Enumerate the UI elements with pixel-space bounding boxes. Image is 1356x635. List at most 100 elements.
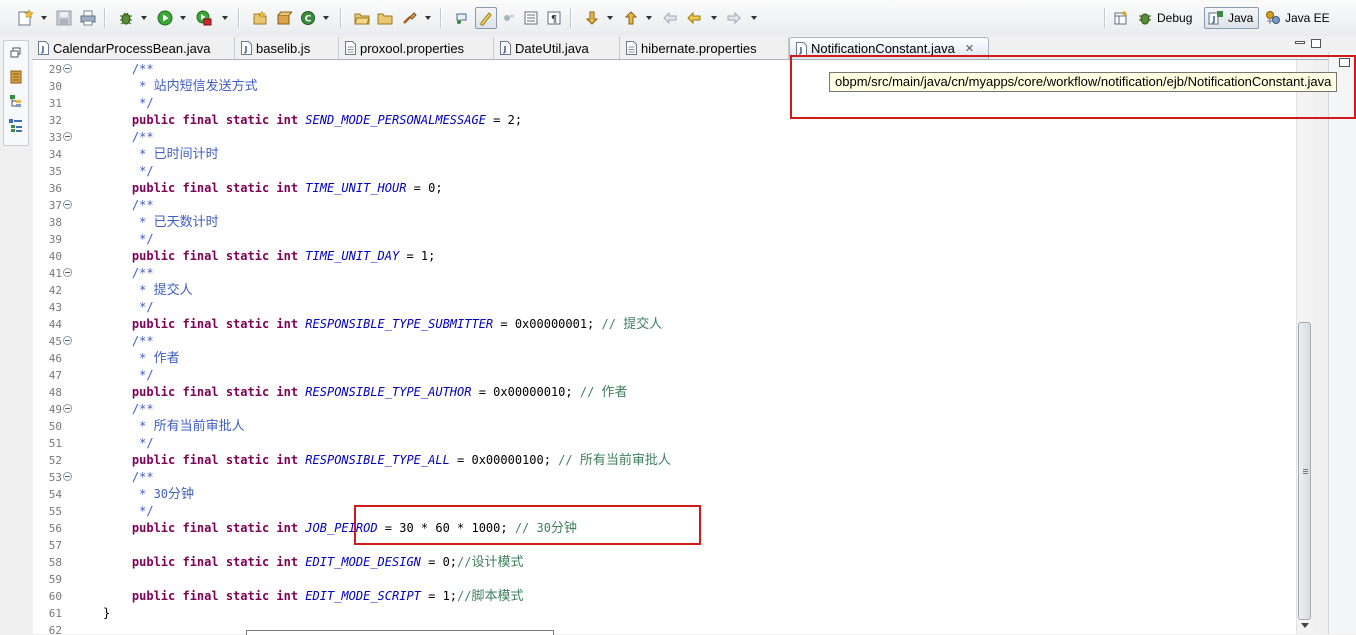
code-line[interactable]: 48 public final static int RESPONSIBLE_T… xyxy=(33,384,1312,401)
code-line[interactable]: 39 */ xyxy=(33,231,1312,248)
maximize-icon[interactable] xyxy=(1311,39,1321,48)
paragraph-icon[interactable]: ¶ xyxy=(544,8,564,28)
code-token: 已天数计时 xyxy=(153,215,219,230)
code-line[interactable]: 58 public final static int EDIT_MODE_DES… xyxy=(33,554,1312,571)
next-annotation-icon[interactable] xyxy=(582,8,602,28)
save-icon[interactable] xyxy=(54,8,74,28)
code-line[interactable]: 33 /** xyxy=(33,129,1312,146)
code-line[interactable]: 62 xyxy=(33,622,1312,634)
code-token: public final static int xyxy=(103,181,306,195)
line-number: 54 xyxy=(48,488,62,501)
back-icon[interactable] xyxy=(684,8,704,28)
open-folder-icon[interactable] xyxy=(375,8,395,28)
code-token: 分钟 xyxy=(168,487,195,502)
code-line[interactable]: 35 */ xyxy=(33,163,1312,180)
code-line[interactable]: 52 public final static int RESPONSIBLE_T… xyxy=(33,452,1312,469)
new-package-icon[interactable] xyxy=(274,8,294,28)
code-line[interactable]: 53 /** xyxy=(33,469,1312,486)
hierarchy-icon[interactable] xyxy=(8,93,24,109)
package-explorer-icon[interactable] xyxy=(8,69,24,85)
chevron-down-icon[interactable] xyxy=(607,16,613,20)
chevron-down-icon[interactable] xyxy=(323,16,329,20)
external-tools-icon[interactable] xyxy=(194,8,214,28)
perspective-java[interactable]: J Java xyxy=(1204,7,1259,29)
scroll-down-icon[interactable] xyxy=(1301,623,1309,628)
code-line[interactable]: 54 * 30分钟 xyxy=(33,486,1312,503)
code-token: // xyxy=(601,317,624,331)
new-wizard-icon[interactable] xyxy=(16,8,36,28)
tab-dateutil[interactable]: J DateUtil.java xyxy=(494,37,620,59)
fold-collapse-icon[interactable] xyxy=(63,200,72,209)
code-text: * 30分钟 xyxy=(103,486,194,503)
tab-baselib[interactable]: J baselib.js xyxy=(235,37,339,59)
line-number: 62 xyxy=(48,624,62,634)
outline-icon[interactable] xyxy=(8,117,24,133)
code-line[interactable]: 61} xyxy=(33,605,1312,622)
chevron-down-icon[interactable] xyxy=(41,16,47,20)
chevron-down-icon[interactable] xyxy=(751,16,757,20)
tab-calendarprocessbean[interactable]: J CalendarProcessBean.java xyxy=(32,37,235,59)
code-token: /** xyxy=(103,198,154,212)
last-edit-location-icon[interactable] xyxy=(660,8,680,28)
open-perspective-icon[interactable] xyxy=(1112,8,1130,28)
chevron-down-icon[interactable] xyxy=(646,16,652,20)
code-line[interactable]: 42 * 提交人 xyxy=(33,282,1312,299)
toggle-breadcrumb-icon[interactable] xyxy=(452,8,472,28)
mark-occurrences-icon[interactable] xyxy=(475,7,497,29)
code-line[interactable]: 41 /** xyxy=(33,265,1312,282)
code-line[interactable]: 44 public final static int RESPONSIBLE_T… xyxy=(33,316,1312,333)
debug-icon[interactable] xyxy=(116,8,136,28)
code-line[interactable]: 37 /** xyxy=(33,197,1312,214)
fold-collapse-icon[interactable] xyxy=(63,132,72,141)
vertical-scrollbar[interactable] xyxy=(1296,60,1313,634)
code-line[interactable]: 46 * 作者 xyxy=(33,350,1312,367)
close-icon[interactable]: ✕ xyxy=(965,42,974,55)
code-token: */ xyxy=(103,96,154,110)
fold-collapse-icon[interactable] xyxy=(63,404,72,413)
fold-collapse-icon[interactable] xyxy=(63,472,72,481)
line-number: 57 xyxy=(48,539,62,552)
code-line[interactable]: 50 * 所有当前审批人 xyxy=(33,418,1312,435)
line-number: 33 xyxy=(48,131,62,144)
code-line[interactable]: 43 */ xyxy=(33,299,1312,316)
print-icon[interactable] xyxy=(78,8,98,28)
chevron-down-icon[interactable] xyxy=(425,16,431,20)
perspective-java-ee[interactable]: Java EE xyxy=(1262,7,1334,29)
search-icon[interactable] xyxy=(399,8,419,28)
code-line[interactable]: 60 public final static int EDIT_MODE_SCR… xyxy=(33,588,1312,605)
code-text-area[interactable]: 29 /** 30 * 站内短信发送方式 31 */ 32 public final … xyxy=(33,60,1312,634)
open-type-icon[interactable] xyxy=(352,8,372,28)
scrollbar-thumb[interactable] xyxy=(1298,322,1311,620)
code-line[interactable]: 45 /** xyxy=(33,333,1312,350)
left-trim-bar xyxy=(0,36,32,634)
tab-proxool-properties[interactable]: proxool.properties xyxy=(339,37,494,59)
previous-annotation-icon[interactable] xyxy=(621,8,641,28)
code-editor[interactable]: 29 /** 30 * 站内短信发送方式 31 */ 32 public final … xyxy=(33,60,1312,634)
code-line[interactable]: 59 xyxy=(33,571,1312,588)
code-line[interactable]: 36 public final static int TIME_UNIT_HOU… xyxy=(33,180,1312,197)
code-line[interactable]: 38 * 已天数计时 xyxy=(33,214,1312,231)
show-whitespace-icon[interactable] xyxy=(521,8,541,28)
code-line[interactable]: 40 public final static int TIME_UNIT_DAY… xyxy=(33,248,1312,265)
tab-hibernate-properties[interactable]: hibernate.properties xyxy=(620,37,789,59)
chevron-down-icon[interactable] xyxy=(180,16,186,20)
chevron-down-icon[interactable] xyxy=(711,16,717,20)
code-token: RESPONSIBLE_TYPE_ALL xyxy=(305,453,450,467)
fold-collapse-icon[interactable] xyxy=(63,268,72,277)
code-line[interactable]: 49 /** xyxy=(33,401,1312,418)
forward-icon[interactable] xyxy=(724,8,744,28)
minimize-icon[interactable] xyxy=(1295,41,1305,44)
run-icon[interactable] xyxy=(155,8,175,28)
perspective-debug[interactable]: Debug xyxy=(1134,7,1202,29)
new-java-project-icon[interactable] xyxy=(250,8,270,28)
chevron-down-icon[interactable] xyxy=(222,16,228,20)
fold-collapse-icon[interactable] xyxy=(63,64,72,73)
code-line[interactable]: 51 */ xyxy=(33,435,1312,452)
block-selection-icon[interactable] xyxy=(500,8,518,28)
new-class-icon[interactable]: C xyxy=(298,8,318,28)
code-line[interactable]: 34 * 已时间计时 xyxy=(33,146,1312,163)
fold-collapse-icon[interactable] xyxy=(63,336,72,345)
restore-icon[interactable] xyxy=(8,45,24,61)
code-line[interactable]: 47 */ xyxy=(33,367,1312,384)
chevron-down-icon[interactable] xyxy=(141,16,147,20)
